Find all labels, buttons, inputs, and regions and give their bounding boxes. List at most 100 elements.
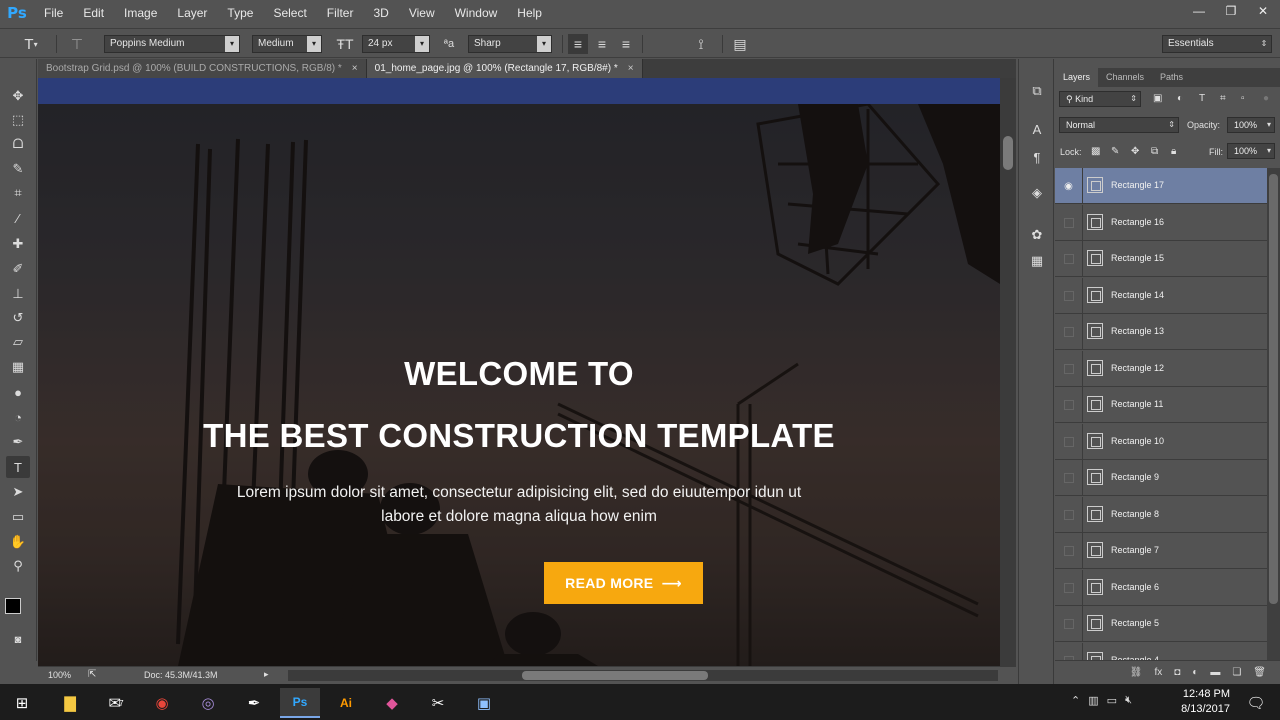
read-more-button[interactable]: READ MORE ⟶ (544, 562, 703, 604)
lock-all-icon[interactable]: 🔒︎ (1171, 146, 1176, 157)
document-canvas[interactable]: WELCOME TO THE BEST CONSTRUCTION TEMPLAT… (38, 78, 1000, 666)
adjustment-layer-icon[interactable]: ◐ (1192, 667, 1198, 678)
clone-stamp-tool-icon[interactable]: ⊥ (6, 283, 30, 305)
lock-position-icon[interactable]: ✥ (1131, 146, 1139, 157)
quick-select-tool-icon[interactable]: ✎ (6, 158, 30, 180)
history-panel-icon[interactable]: ⧉ (1027, 81, 1047, 101)
filter-pixel-icon[interactable]: ▣ (1153, 93, 1162, 104)
menu-select[interactable]: Select (263, 0, 316, 26)
layer-row[interactable]: Rectangle 6 (1055, 569, 1267, 606)
foreground-color-swatch[interactable] (5, 598, 21, 614)
visibility-toggle[interactable] (1055, 350, 1083, 387)
layer-row[interactable]: Rectangle 11 (1055, 387, 1267, 423)
type-tool-icon[interactable]: T (6, 456, 30, 478)
close-tab-icon[interactable]: × (628, 63, 634, 74)
brush-tool-icon[interactable]: ✐ (6, 258, 30, 280)
zoom-tool-icon[interactable]: ⚲ (6, 555, 30, 577)
visibility-toggle[interactable] (1055, 569, 1083, 606)
character-panel-icon[interactable]: A (1027, 119, 1047, 139)
app-icon-circle[interactable]: ◎ (188, 688, 228, 718)
align-right-icon[interactable]: ≡ (616, 34, 636, 54)
layer-row[interactable]: Rectangle 9 (1055, 460, 1267, 496)
hand-tool-icon[interactable]: ✋ (6, 531, 30, 553)
visibility-toggle[interactable] (1055, 460, 1083, 496)
close-button[interactable]: ✕ (1254, 4, 1272, 18)
styles-panel-icon[interactable]: ✿ (1027, 225, 1047, 245)
menu-type[interactable]: Type (217, 0, 263, 26)
path-selection-tool-icon[interactable]: ➤ (6, 481, 30, 503)
lock-transparency-icon[interactable]: ▩ (1091, 146, 1100, 157)
fill-input[interactable]: 100% ▾ (1227, 143, 1275, 159)
layer-row[interactable]: Rectangle 14 (1055, 277, 1267, 314)
visibility-toggle[interactable] (1055, 204, 1083, 241)
lock-artboard-icon[interactable]: ⧉ (1151, 146, 1158, 157)
marquee-tool-icon[interactable]: ⬚ (6, 109, 30, 131)
pen-app-icon[interactable]: ✒ (234, 688, 274, 718)
character-panel-icon[interactable]: ▤ (730, 34, 750, 54)
layers-scrollbar[interactable] (1267, 168, 1280, 660)
export-icon[interactable]: ⇱ (88, 669, 96, 680)
visibility-toggle[interactable] (1055, 533, 1083, 569)
illustrator-taskbar-icon[interactable]: Ai (326, 688, 366, 718)
delete-layer-icon[interactable]: 🗑︎ (1253, 667, 1266, 678)
swatches-panel-icon[interactable]: ▦ (1027, 251, 1047, 271)
link-layers-icon[interactable]: ⛓ (1130, 667, 1143, 678)
font-style-select[interactable]: Medium ▾ (252, 35, 322, 53)
layer-row[interactable]: ◉ Rectangle 17 (1055, 168, 1267, 204)
menu-file[interactable]: File (34, 0, 73, 26)
network-icon[interactable]: ▥ (1088, 694, 1098, 707)
blend-mode-select[interactable]: Normal ⇕ (1059, 117, 1179, 133)
opacity-input[interactable]: 100% ▾ (1227, 117, 1275, 133)
photoshop-taskbar-icon[interactable]: Ps (280, 688, 320, 718)
libraries-panel-icon[interactable]: ◈ (1027, 183, 1047, 203)
restore-button[interactable]: ❐ (1222, 4, 1240, 18)
new-layer-icon[interactable]: ❏ (1232, 667, 1241, 678)
canvas-vertical-scrollbar[interactable] (1000, 78, 1016, 666)
scrollbar-thumb[interactable] (1269, 174, 1278, 604)
tab-paths[interactable]: Paths (1152, 68, 1191, 87)
menu-window[interactable]: Window (445, 0, 508, 26)
volume-muted-icon[interactable]: 🔇︎ (1125, 694, 1132, 707)
quick-mask-icon[interactable]: ◙ (6, 629, 30, 651)
dodge-tool-icon[interactable]: ◔ (6, 406, 30, 428)
gradient-tool-icon[interactable]: ▦ (6, 356, 30, 378)
battery-icon[interactable]: ▭ (1107, 694, 1117, 707)
lasso-tool-icon[interactable]: ᗝ (6, 133, 30, 155)
warp-text-icon[interactable]: ⟟ (690, 34, 712, 54)
canvas-horizontal-scrollbar[interactable] (288, 670, 998, 681)
workspace-select[interactable]: Essentials ⇕ (1162, 35, 1272, 53)
tab-channels[interactable]: Channels (1098, 68, 1152, 87)
crop-tool-icon[interactable]: ⌗ (6, 182, 30, 204)
chevron-up-icon[interactable]: ⌃ (1071, 694, 1080, 707)
visibility-toggle[interactable] (1055, 387, 1083, 423)
layer-style-icon[interactable]: fx (1154, 667, 1162, 678)
visibility-toggle[interactable] (1055, 496, 1083, 533)
layer-row[interactable]: Rectangle 12 (1055, 350, 1267, 387)
layer-row[interactable]: Rectangle 10 (1055, 423, 1267, 460)
align-center-icon[interactable]: ≡ (592, 34, 612, 54)
layer-row[interactable]: Rectangle 15 (1055, 241, 1267, 277)
pen-tool-icon[interactable]: ✒ (6, 431, 30, 453)
filter-adjustment-icon[interactable]: ◐ (1177, 93, 1183, 104)
filter-toggle-icon[interactable]: ● (1263, 93, 1269, 104)
close-tab-icon[interactable]: × (352, 63, 358, 74)
notification-icon[interactable]: 🗨︎ (1236, 688, 1276, 718)
play-arrow-icon[interactable]: ▸ (264, 669, 269, 680)
menu-image[interactable]: Image (114, 0, 167, 26)
layer-row[interactable]: Rectangle 7 (1055, 533, 1267, 569)
visibility-toggle[interactable] (1055, 642, 1083, 660)
font-size-select[interactable]: 24 px ▾ (362, 35, 430, 53)
tab-bootstrap-grid[interactable]: Bootstrap Grid.psd @ 100% (BUILD CONSTRU… (38, 59, 367, 78)
paragraph-panel-icon[interactable]: ¶ (1027, 147, 1047, 167)
snipping-tool-icon[interactable]: ✂ (418, 688, 458, 718)
scrollbar-thumb[interactable] (1003, 136, 1013, 170)
anti-alias-select[interactable]: Sharp ▾ (468, 35, 552, 53)
taskbar-clock[interactable]: 12:48 PM 8/13/2017 (1181, 687, 1230, 717)
new-group-icon[interactable]: ▬ (1210, 667, 1220, 678)
type-tool-preset-icon[interactable]: T ▾ (18, 34, 44, 54)
font-family-select[interactable]: Poppins Medium ▾ (104, 35, 240, 53)
chrome-icon[interactable]: ◉ (142, 688, 182, 718)
visibility-toggle[interactable] (1055, 423, 1083, 460)
eye-icon[interactable]: ◉ (1055, 168, 1083, 204)
image-viewer-icon[interactable]: ▣ (464, 688, 504, 718)
